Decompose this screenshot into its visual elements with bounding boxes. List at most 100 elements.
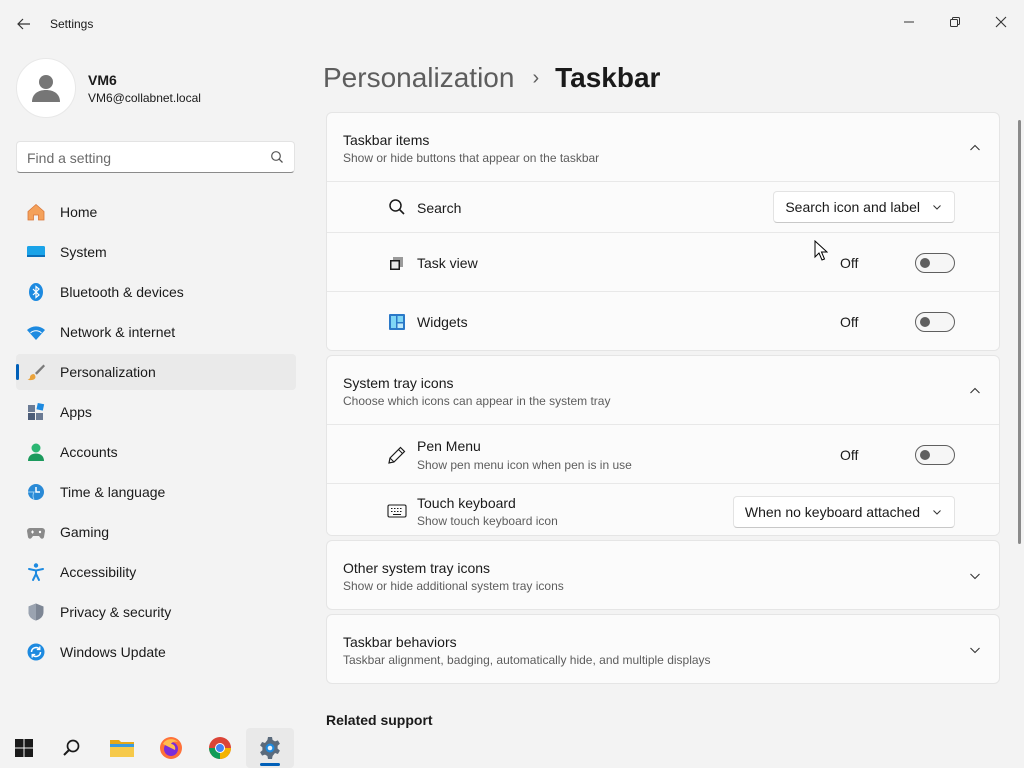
toggle-knob [920,450,930,460]
bluetooth-icon [26,282,46,302]
chrome-icon [209,737,231,759]
touch-keyboard-sublabel: Show touch keyboard icon [417,514,558,528]
group-title: System tray icons [343,375,454,391]
apps-icon [26,402,46,422]
widgets-toggle[interactable] [915,312,955,332]
related-support-heading: Related support [326,712,433,728]
mouse-cursor-icon [814,240,828,261]
task-view-toggle-wrap: Off [840,253,955,273]
sidebar-item-privacy[interactable]: Privacy & security [16,594,296,630]
sidebar-item-time-language[interactable]: Time & language [16,474,296,510]
chevron-up-icon[interactable] [967,140,983,156]
chrome-button[interactable] [196,728,244,768]
search-icon [387,197,407,217]
sidebar-item-gaming[interactable]: Gaming [16,514,296,550]
person-icon [26,442,46,462]
search-mode-dropdown[interactable]: Search icon and label [773,191,955,223]
system-tray-header[interactable]: System tray icons Choose which icons can… [327,356,999,424]
sidebar-item-personalization[interactable]: Personalization [16,354,296,390]
sidebar-item-label: Home [60,204,98,220]
clock-globe-icon [26,482,46,502]
widgets-icon [387,312,407,332]
shield-icon [26,602,46,622]
task-view-icon [387,253,407,273]
scrollbar[interactable] [1018,120,1021,544]
gamepad-icon [26,522,46,542]
pen-icon [387,445,407,465]
toggle-knob [920,258,930,268]
widgets-label: Widgets [417,314,468,330]
sidebar-item-apps[interactable]: Apps [16,394,296,430]
toggle-state-label: Off [840,447,859,463]
start-button[interactable] [0,728,48,768]
search-box [16,141,295,173]
toggle-state-label: Off [840,314,859,330]
pen-menu-toggle-wrap: Off [840,445,955,465]
update-icon [26,642,46,662]
sidebar-item-label: Accessibility [60,564,137,580]
pen-menu-sublabel: Show pen menu icon when pen is in use [417,458,632,472]
minimize-icon [904,21,914,23]
dropdown-value: Search icon and label [785,199,920,215]
search-input[interactable] [27,148,267,168]
taskbar-behaviors-group: Taskbar behaviors Taskbar alignment, bad… [326,614,1000,684]
breadcrumb-parent[interactable]: Personalization [323,62,514,94]
dropdown-value: When no keyboard attached [744,504,920,520]
taskbar-search-button[interactable] [48,728,96,768]
sidebar-item-accounts[interactable]: Accounts [16,434,296,470]
search-icon[interactable] [270,150,284,169]
sidebar-item-accessibility[interactable]: Accessibility [16,554,296,590]
close-button[interactable] [978,6,1024,38]
back-arrow-icon [17,18,30,30]
sidebar-item-label: Accounts [60,444,118,460]
chevron-down-icon[interactable] [967,642,983,658]
sidebar-item-system[interactable]: System [16,234,296,270]
touch-keyboard-row: Touch keyboard Show touch keyboard icon … [327,483,999,535]
user-profile[interactable]: VM6 VM6@collabnet.local [16,58,296,118]
widgets-row: Widgets Off [327,291,999,350]
chevron-up-icon[interactable] [967,383,983,399]
other-tray-header[interactable]: Other system tray icons Show or hide add… [327,541,999,609]
pen-menu-toggle[interactable] [915,445,955,465]
file-explorer-button[interactable] [98,728,146,768]
sidebar-item-windows-update[interactable]: Windows Update [16,634,296,670]
sidebar-item-label: Time & language [60,484,166,500]
file-explorer-icon [110,740,134,757]
group-subtitle: Show or hide buttons that appear on the … [343,151,600,165]
user-avatar-icon [32,75,60,102]
user-name: VM6 [88,72,117,88]
maximize-button[interactable] [932,6,978,38]
firefox-button[interactable] [147,728,195,768]
minimize-button[interactable] [886,6,932,38]
settings-content: Taskbar items Show or hide buttons that … [326,112,1000,688]
sidebar-item-label: Privacy & security [60,604,172,620]
widgets-toggle-wrap: Off [840,312,955,332]
title-bar: Settings [0,0,1024,48]
sidebar-nav: Home System Bluetooth & devices Network … [16,194,296,674]
chevron-down-icon [932,202,942,212]
chevron-down-icon[interactable] [967,568,983,584]
touch-keyboard-dropdown[interactable]: When no keyboard attached [732,496,955,528]
taskbar-behaviors-header[interactable]: Taskbar behaviors Taskbar alignment, bad… [327,615,999,683]
task-view-toggle[interactable] [915,253,955,273]
sidebar-item-label: Windows Update [60,644,166,660]
breadcrumb: Personalization › Taskbar [323,58,660,98]
accessibility-icon [26,562,46,582]
user-email: VM6@collabnet.local [88,91,201,105]
sidebar-item-bluetooth[interactable]: Bluetooth & devices [16,274,296,310]
wifi-icon [26,322,46,342]
back-button[interactable] [14,14,34,34]
breadcrumb-separator: › [532,66,540,89]
other-tray-group: Other system tray icons Show or hide add… [326,540,1000,610]
sidebar-item-network[interactable]: Network & internet [16,314,296,350]
sidebar-item-label: System [60,244,107,260]
settings-taskbar-button[interactable] [246,728,294,768]
avatar [16,58,76,118]
taskbar-items-group: Taskbar items Show or hide buttons that … [326,112,1000,351]
taskbar-items-header[interactable]: Taskbar items Show or hide buttons that … [327,113,999,181]
sidebar-item-home[interactable]: Home [16,194,296,230]
settings-icon [260,737,280,759]
group-subtitle: Taskbar alignment, badging, automaticall… [343,653,711,667]
system-icon [26,242,46,262]
close-icon [995,16,1007,28]
